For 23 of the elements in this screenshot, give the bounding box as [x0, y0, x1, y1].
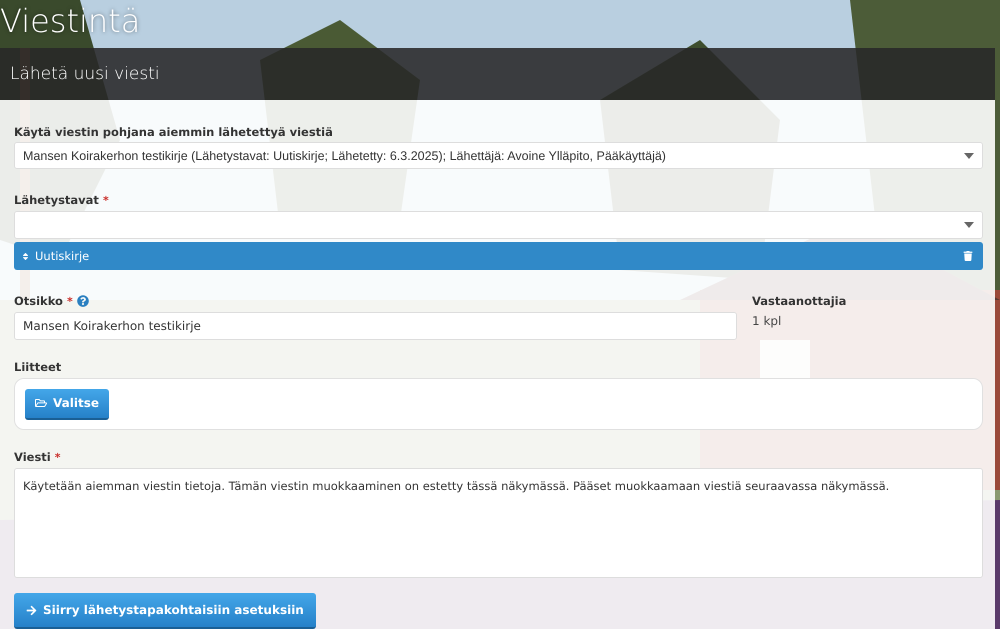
- sort-icon[interactable]: [21, 252, 30, 261]
- selected-tag[interactable]: Uutiskirje: [14, 242, 983, 270]
- field-label: Liitteet: [14, 360, 62, 374]
- field-label: Vastaanottajia: [752, 294, 846, 308]
- required-mark: *: [102, 194, 109, 207]
- trash-icon[interactable]: [963, 251, 973, 262]
- field-label: Käytä viestin pohjana aiemmin lähetettyä viestiä: [14, 124, 333, 139]
- template-select[interactable]: Mansen Koirakerhon testikirje (Lähetystavat: Uutiskirje; Lähetetty: 6.3.2025); Lähettäjä: Avoine Ylläpito, Pääkäyttäjä): [14, 142, 983, 170]
- folder-icon: [35, 397, 47, 410]
- caret-icon: [964, 222, 974, 228]
- subject-field[interactable]: Mansen Koirakerhon testikirje: [14, 312, 737, 340]
- required-mark: *: [66, 294, 73, 308]
- panel-title: Lähetä uusi viesti: [10, 64, 160, 84]
- help-icon[interactable]: [76, 295, 89, 308]
- field-label: Viesti: [14, 450, 51, 464]
- caret-icon: [964, 152, 974, 159]
- arrow-icon: [26, 604, 37, 616]
- required-mark: *: [54, 450, 60, 464]
- tag-label: Uutiskirje: [35, 249, 90, 264]
- message-field[interactable]: Käytetään aiemman viestin tietoja. Tämän viestin muokkaaminen on estetty tässä näkymässä. Pääset muokkaamaan viestiä seuraavassa näkymässä.: [14, 468, 983, 578]
- recipient-count: 1 kpl: [752, 314, 782, 328]
- field-label: Otsikko: [14, 294, 63, 308]
- field-label: Lähetystavat: [14, 193, 99, 208]
